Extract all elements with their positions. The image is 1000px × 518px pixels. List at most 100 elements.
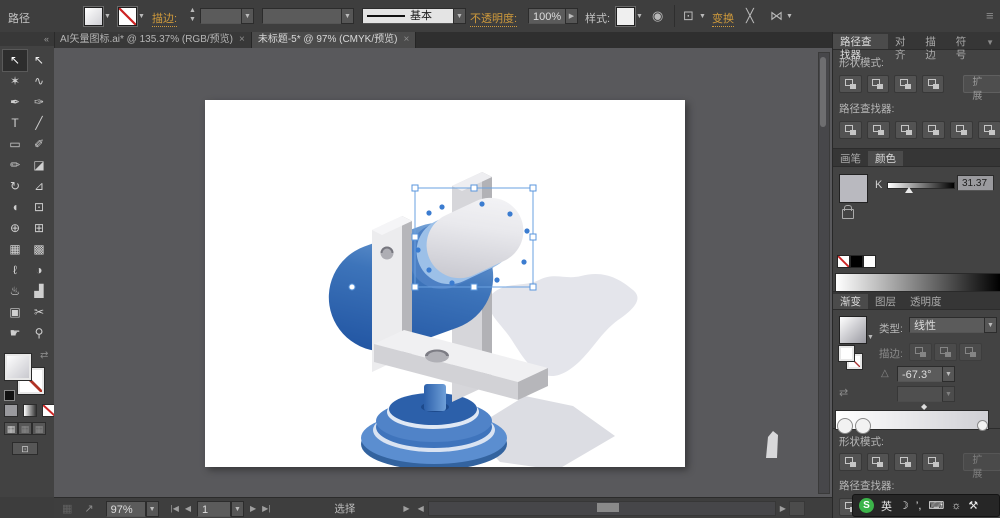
artboard[interactable] bbox=[205, 100, 685, 470]
shape-mode-exclude-button-2[interactable] bbox=[921, 453, 945, 471]
stroke-dropdown-arrow-icon[interactable]: ▼ bbox=[138, 13, 145, 20]
status-expand-icon[interactable]: ▶ bbox=[403, 504, 409, 513]
gradient-stop-1[interactable] bbox=[837, 418, 853, 434]
tool-line-segment[interactable]: ╱ bbox=[27, 113, 51, 134]
pathfinder-trim-button[interactable] bbox=[866, 121, 890, 139]
fill-dropdown-arrow-icon[interactable]: ▼ bbox=[104, 13, 111, 20]
tool-eraser[interactable]: ◪ bbox=[27, 155, 51, 176]
tool-selection[interactable]: ↖ bbox=[2, 49, 28, 72]
screen-mode-button[interactable]: ⊡ bbox=[12, 442, 38, 455]
tab-transparency[interactable]: 透明度 bbox=[903, 294, 949, 309]
panel-group-menu-icon[interactable]: ▼ bbox=[979, 34, 1000, 49]
gradient-presets-arrow-icon[interactable]: ▼ bbox=[867, 334, 874, 341]
white-chip[interactable] bbox=[863, 255, 876, 268]
status-export-icon[interactable]: ↗ bbox=[84, 502, 93, 515]
vertical-scrollbar-thumb[interactable] bbox=[820, 57, 826, 127]
page-curl-widget[interactable] bbox=[763, 431, 781, 459]
select-similar-dropdown-icon[interactable]: ▼ bbox=[786, 13, 793, 20]
document-tab-2[interactable]: 未标题-5* @ 97% (CMYK/预览) × bbox=[251, 32, 417, 48]
tab-stroke[interactable]: 描边 bbox=[918, 34, 948, 61]
tool-mesh[interactable]: ▦ bbox=[3, 239, 27, 260]
ime-soft-keyboard-icon[interactable]: ⌨ bbox=[928, 499, 944, 512]
horizontal-scrollbar-thumb[interactable] bbox=[596, 503, 619, 512]
draw-normal-button[interactable]: ▦ bbox=[4, 422, 18, 435]
shape-mode-minus-front-button-2[interactable] bbox=[866, 453, 890, 471]
pathfinder-minus-back-button[interactable] bbox=[978, 121, 1000, 139]
tool-type[interactable]: T bbox=[3, 113, 27, 134]
opacity-link[interactable]: 不透明度: bbox=[470, 10, 518, 27]
horizontal-scrollbar[interactable] bbox=[427, 501, 776, 516]
swap-fill-stroke-icon[interactable]: ⇄ bbox=[40, 350, 48, 361]
tab-layers[interactable]: 图层 bbox=[868, 294, 903, 309]
brush-definition-field[interactable]: 基本 bbox=[362, 8, 454, 24]
gradient-angle-arrow[interactable]: ▼ bbox=[942, 366, 955, 382]
toolbox-collapse-button[interactable]: « bbox=[0, 32, 54, 46]
tab-align[interactable]: 对齐 bbox=[888, 34, 918, 61]
prev-artboard-button[interactable]: ◀ bbox=[185, 504, 191, 513]
stroke-along-button[interactable] bbox=[934, 343, 957, 361]
tool-width[interactable]: ◖ bbox=[3, 197, 27, 218]
default-fill-stroke-icon[interactable] bbox=[4, 390, 15, 401]
shape-mode-intersect-button-2[interactable] bbox=[894, 453, 917, 471]
tab-pathfinder[interactable]: 路径查找器 bbox=[833, 34, 888, 61]
zoom-dropdown-button[interactable]: ▼ bbox=[145, 500, 159, 517]
stroke-weight-field[interactable] bbox=[200, 8, 242, 24]
draw-behind-button[interactable]: ▦ bbox=[18, 422, 32, 435]
tool-eyedropper[interactable]: ℓ bbox=[3, 260, 27, 281]
variable-width-dropdown-button[interactable]: ▼ bbox=[341, 8, 354, 24]
gradient-stop-2[interactable] bbox=[855, 418, 871, 434]
style-swatch[interactable] bbox=[616, 7, 635, 26]
fill-color-swatch[interactable] bbox=[84, 7, 103, 26]
shape-mode-unite-button[interactable] bbox=[839, 75, 862, 93]
shape-mode-minus-front-button[interactable] bbox=[866, 75, 890, 93]
color-paint-button[interactable] bbox=[4, 404, 18, 417]
black-chip[interactable] bbox=[850, 255, 863, 268]
ime-toolbox-icon[interactable]: ⚒ bbox=[968, 499, 978, 512]
reverse-gradient-icon[interactable]: ⇄ bbox=[839, 386, 848, 399]
stroke-across-button[interactable] bbox=[959, 343, 982, 361]
draw-inside-button[interactable]: ▦ bbox=[32, 422, 46, 435]
aspect-ratio-arrow[interactable]: ▼ bbox=[942, 386, 955, 402]
select-similar-icon[interactable]: ⋈ bbox=[770, 8, 783, 24]
gradient-type-arrow[interactable]: ▼ bbox=[984, 317, 997, 333]
tab-color[interactable]: 颜色 bbox=[868, 151, 903, 166]
opacity-field[interactable]: 100% bbox=[528, 8, 566, 24]
none-chip[interactable] bbox=[837, 255, 850, 268]
shape-mode-exclude-button[interactable] bbox=[921, 75, 945, 93]
shape-mode-intersect-button[interactable] bbox=[894, 75, 917, 93]
tool-symbol-sprayer[interactable]: ♨ bbox=[3, 281, 27, 302]
tool-artboard[interactable]: ▣ bbox=[3, 302, 27, 323]
isolate-selected-icon[interactable]: ╳ bbox=[746, 8, 754, 24]
align-dropdown-arrow-icon[interactable]: ▼ bbox=[699, 13, 706, 20]
stroke-weight-link[interactable]: 描边: bbox=[152, 10, 178, 27]
document-tab-1[interactable]: AI矢量图标.ai* @ 135.37% (RGB/预览) × bbox=[54, 32, 252, 48]
align-objects-icon[interactable]: ⊡ bbox=[683, 8, 694, 24]
fill-proxy-swatch[interactable] bbox=[5, 354, 31, 380]
zoom-level-field[interactable]: 97% bbox=[105, 500, 146, 517]
transform-link[interactable]: 变换 bbox=[712, 10, 734, 27]
gradient-angle-field[interactable]: -67.3° bbox=[897, 366, 943, 382]
tool-blob-brush[interactable]: ✑ bbox=[27, 92, 51, 113]
spotlight-artwork[interactable] bbox=[205, 100, 685, 470]
tool-rectangle[interactable]: ▭ bbox=[3, 134, 27, 155]
ime-punctuation-toggle[interactable]: ’, bbox=[916, 500, 922, 512]
pathfinder-divide-button[interactable] bbox=[839, 121, 862, 139]
current-color-swatch[interactable] bbox=[839, 174, 868, 203]
ime-skin-icon[interactable]: ☼ bbox=[951, 500, 961, 512]
close-tab-icon[interactable]: × bbox=[403, 32, 409, 48]
canvas-area[interactable] bbox=[54, 48, 832, 497]
tool-rotate[interactable]: ↻ bbox=[3, 176, 27, 197]
stroke-within-button[interactable] bbox=[909, 343, 932, 361]
hscroll-right-arrow[interactable]: ▶ bbox=[780, 504, 786, 513]
tab-gradient[interactable]: 渐变 bbox=[833, 294, 868, 309]
opacity-dropdown-button[interactable]: ▶ bbox=[565, 8, 578, 24]
hscroll-left-arrow[interactable]: ◀ bbox=[418, 504, 424, 513]
brush-dropdown-button[interactable]: ▼ bbox=[453, 8, 466, 24]
stroke-color-swatch[interactable] bbox=[118, 7, 137, 26]
pathfinder-merge-button[interactable] bbox=[894, 121, 918, 139]
pathfinder-crop-button[interactable] bbox=[922, 121, 946, 139]
panel-menu-icon[interactable]: ≡ bbox=[986, 8, 994, 23]
style-dropdown-arrow-icon[interactable]: ▼ bbox=[636, 13, 643, 20]
ime-toolbar[interactable]: S 英 ☽ ’, ⌨ ☼ ⚒ bbox=[852, 494, 1000, 517]
first-artboard-button[interactable]: |◀ bbox=[171, 504, 179, 513]
